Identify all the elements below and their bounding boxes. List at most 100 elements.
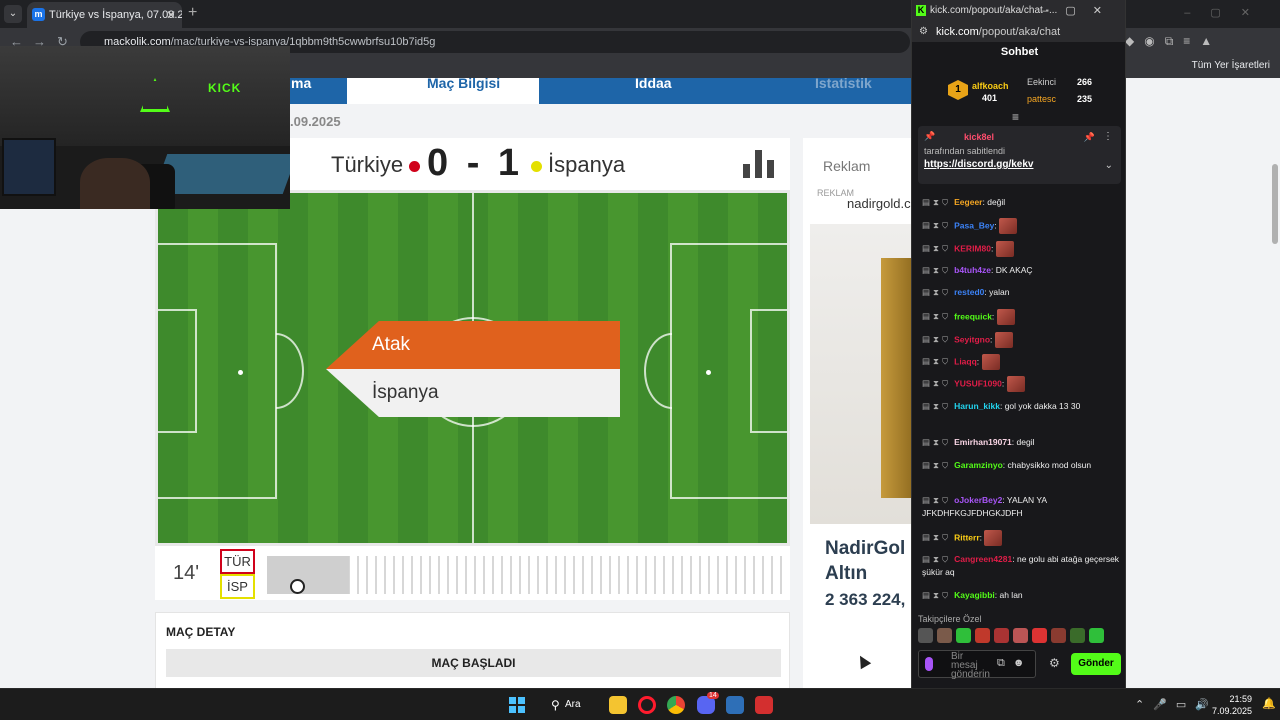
chat-username[interactable]: Cangreen4281 bbox=[954, 554, 1012, 564]
unpin-icon[interactable]: 📌 bbox=[1084, 132, 1095, 143]
emote-icon[interactable] bbox=[918, 628, 933, 643]
chat-emote-icon[interactable] bbox=[984, 530, 1003, 546]
chat-message: ▤⧗⛉ Harun_kikk: gol yok dakka 13 30 bbox=[922, 400, 1120, 413]
chat-username[interactable]: b4tuh4ze bbox=[954, 265, 991, 275]
chat-emote-icon[interactable] bbox=[999, 218, 1018, 234]
emote-icon[interactable] bbox=[1032, 628, 1047, 643]
monitor bbox=[2, 138, 56, 196]
send-button[interactable]: Gönder bbox=[1071, 653, 1121, 675]
ad-panel[interactable]: Reklam REKLAM nadirgold.c NadirGol Altın… bbox=[803, 138, 915, 688]
tab-match-info[interactable]: Maç Bilgisi bbox=[347, 78, 539, 104]
football-pitch: Atak İspanya bbox=[155, 190, 790, 546]
chat-username[interactable]: YUSUF1090 bbox=[954, 378, 1002, 388]
chat-emote-icon[interactable] bbox=[1006, 376, 1025, 392]
browser-window-controls[interactable]: –▢✕ bbox=[1184, 6, 1270, 19]
emote-icon[interactable] bbox=[937, 628, 952, 643]
chat-input-placeholder: Bir mesaj gönderin bbox=[951, 651, 990, 680]
tab-iddaa[interactable]: İddaa bbox=[635, 78, 672, 104]
chat-message: ▤⧗⛉ oJokerBey2: YALAN YA JFKDHFKGJFDHGKJD… bbox=[922, 494, 1120, 520]
file-explorer-icon[interactable] bbox=[609, 696, 627, 714]
leaderboard-second-count: 266 bbox=[1077, 77, 1093, 87]
chat-username[interactable]: Liaqq bbox=[954, 356, 977, 366]
chat-settings-icon[interactable]: ⚙ bbox=[1049, 656, 1060, 670]
tab-search-icon[interactable]: ⌄ bbox=[4, 5, 22, 23]
page-scrollbar[interactable] bbox=[1270, 78, 1280, 688]
emote-quick-row[interactable] bbox=[918, 628, 1121, 644]
chat-message: ▤⧗⛉ Ritterr: bbox=[922, 530, 1120, 546]
chat-username[interactable]: KERIM80 bbox=[954, 243, 991, 253]
chat-text: ah lan bbox=[999, 590, 1023, 600]
chrome-icon[interactable] bbox=[667, 696, 685, 714]
home-team-color-dot bbox=[409, 160, 421, 172]
mic-icon[interactable] bbox=[925, 657, 933, 671]
emote-icon[interactable] bbox=[1070, 628, 1085, 643]
chat-message-input[interactable]: Bir mesaj gönderin ⧉☻ bbox=[918, 650, 1036, 680]
taskbar-search[interactable]: Ara bbox=[545, 694, 595, 716]
tab-close-icon[interactable]: ✕ bbox=[166, 2, 176, 28]
home-team: Türkiye bbox=[331, 152, 426, 178]
chat-emote-icon[interactable] bbox=[996, 309, 1015, 325]
followers-only-label: Takipçilere Özel bbox=[918, 614, 982, 624]
streaming-app-icon[interactable] bbox=[755, 696, 773, 714]
chat-username[interactable]: Pasa_Bey bbox=[954, 220, 994, 230]
kick-favicon-icon: K bbox=[916, 5, 926, 16]
browser-tab-active[interactable]: m Türkiye vs İspanya, 07.09.2025, ... ✕ bbox=[27, 2, 182, 28]
leaderboard-first-user[interactable]: alfkoach bbox=[972, 81, 1009, 91]
chat-text: degil bbox=[1016, 437, 1035, 447]
all-bookmarks-link[interactable]: Tüm Yer İşaretleri bbox=[1192, 60, 1270, 71]
event-type-banner: Atak bbox=[326, 321, 620, 369]
chat-window-title: kick.com/popout/aka/chat -... bbox=[930, 5, 1058, 16]
chat-emote-icon[interactable] bbox=[981, 354, 1000, 370]
subnav-item-partial[interactable]: ma bbox=[291, 78, 311, 104]
chat-message: ▤⧗⛉ Liaqq: bbox=[922, 354, 1120, 370]
emote-icon[interactable] bbox=[994, 628, 1009, 643]
match-started-bar: MAÇ BAŞLADI bbox=[166, 649, 781, 677]
chat-text: ne golu abi atağa geçersek şükür aq bbox=[922, 554, 1120, 577]
chat-username[interactable]: Seyitgno bbox=[954, 334, 990, 344]
chat-emote-icon[interactable] bbox=[995, 241, 1014, 257]
tab-statistics[interactable]: İstatistik bbox=[815, 78, 872, 104]
leaderboard-expand-icon[interactable]: ≡ bbox=[1012, 110, 1019, 124]
extension-icons[interactable]: ◆◉⧉≡▲ bbox=[1125, 34, 1222, 49]
ad-product-name[interactable]: NadirGol Altın bbox=[825, 536, 905, 586]
emote-icon[interactable] bbox=[975, 628, 990, 643]
emote-icon[interactable] bbox=[1089, 628, 1104, 643]
notification-bell-icon[interactable]: 🔔 bbox=[1262, 697, 1276, 710]
steam-icon[interactable] bbox=[726, 696, 744, 714]
emote-icon[interactable] bbox=[1013, 628, 1028, 643]
chat-username[interactable]: Eegeer bbox=[954, 197, 982, 207]
system-tray[interactable]: ⌃🎤▭🔊 bbox=[1135, 698, 1218, 711]
chat-window-controls[interactable]: –▢✕ bbox=[1042, 0, 1119, 22]
chat-username[interactable]: rested0 bbox=[954, 287, 984, 297]
emote-icon[interactable] bbox=[1051, 628, 1066, 643]
opera-icon[interactable] bbox=[638, 696, 656, 714]
user-badges-icon: ▤⧗⛉ bbox=[922, 197, 952, 207]
tab-title: Türkiye vs İspanya, 07.09.2025, ... bbox=[49, 9, 182, 21]
scrollbar-thumb[interactable] bbox=[1272, 164, 1278, 244]
ad-brand[interactable]: nadirgold.c bbox=[847, 196, 911, 211]
site-info-icon[interactable]: ⚙ bbox=[919, 22, 928, 42]
new-tab-icon[interactable]: + bbox=[188, 4, 197, 22]
leaderboard-third-user[interactable]: pattesc bbox=[1027, 94, 1056, 104]
chat-username[interactable]: freequick bbox=[954, 311, 992, 321]
clock-date: 7.09.2025 bbox=[1212, 706, 1253, 716]
chat-username[interactable]: Ritterr bbox=[954, 532, 980, 542]
chat-url-path: /popout/aka/chat bbox=[978, 26, 1061, 38]
leaderboard-second-user[interactable]: Eekinci bbox=[1027, 77, 1056, 87]
pinned-discord-link[interactable]: https://discord.gg/kekv bbox=[924, 159, 1033, 170]
chat-username[interactable]: Harun_kikk bbox=[954, 401, 1000, 411]
chevron-down-icon[interactable]: ⌄ bbox=[1105, 160, 1113, 171]
more-options-icon[interactable]: ⋮ bbox=[1103, 131, 1113, 142]
chat-username[interactable]: Kayagibbi bbox=[954, 590, 995, 600]
pinned-by-user[interactable]: kick8el bbox=[964, 132, 994, 142]
windows-start-icon[interactable] bbox=[509, 697, 525, 713]
system-clock[interactable]: 21:59 7.09.2025 bbox=[1212, 693, 1252, 717]
chat-username[interactable]: Garamzinyo bbox=[954, 460, 1003, 470]
emote-icon[interactable] bbox=[956, 628, 971, 643]
emoji-picker-icon[interactable]: ⧉☻ bbox=[997, 657, 1032, 670]
chat-emote-icon[interactable] bbox=[994, 332, 1013, 348]
chat-username[interactable]: oJokerBey2 bbox=[954, 495, 1002, 505]
bar-chart-icon[interactable] bbox=[743, 150, 775, 178]
kick-wall-sign: KICK bbox=[208, 81, 242, 95]
chat-username[interactable]: Emirhan19071 bbox=[954, 437, 1012, 447]
